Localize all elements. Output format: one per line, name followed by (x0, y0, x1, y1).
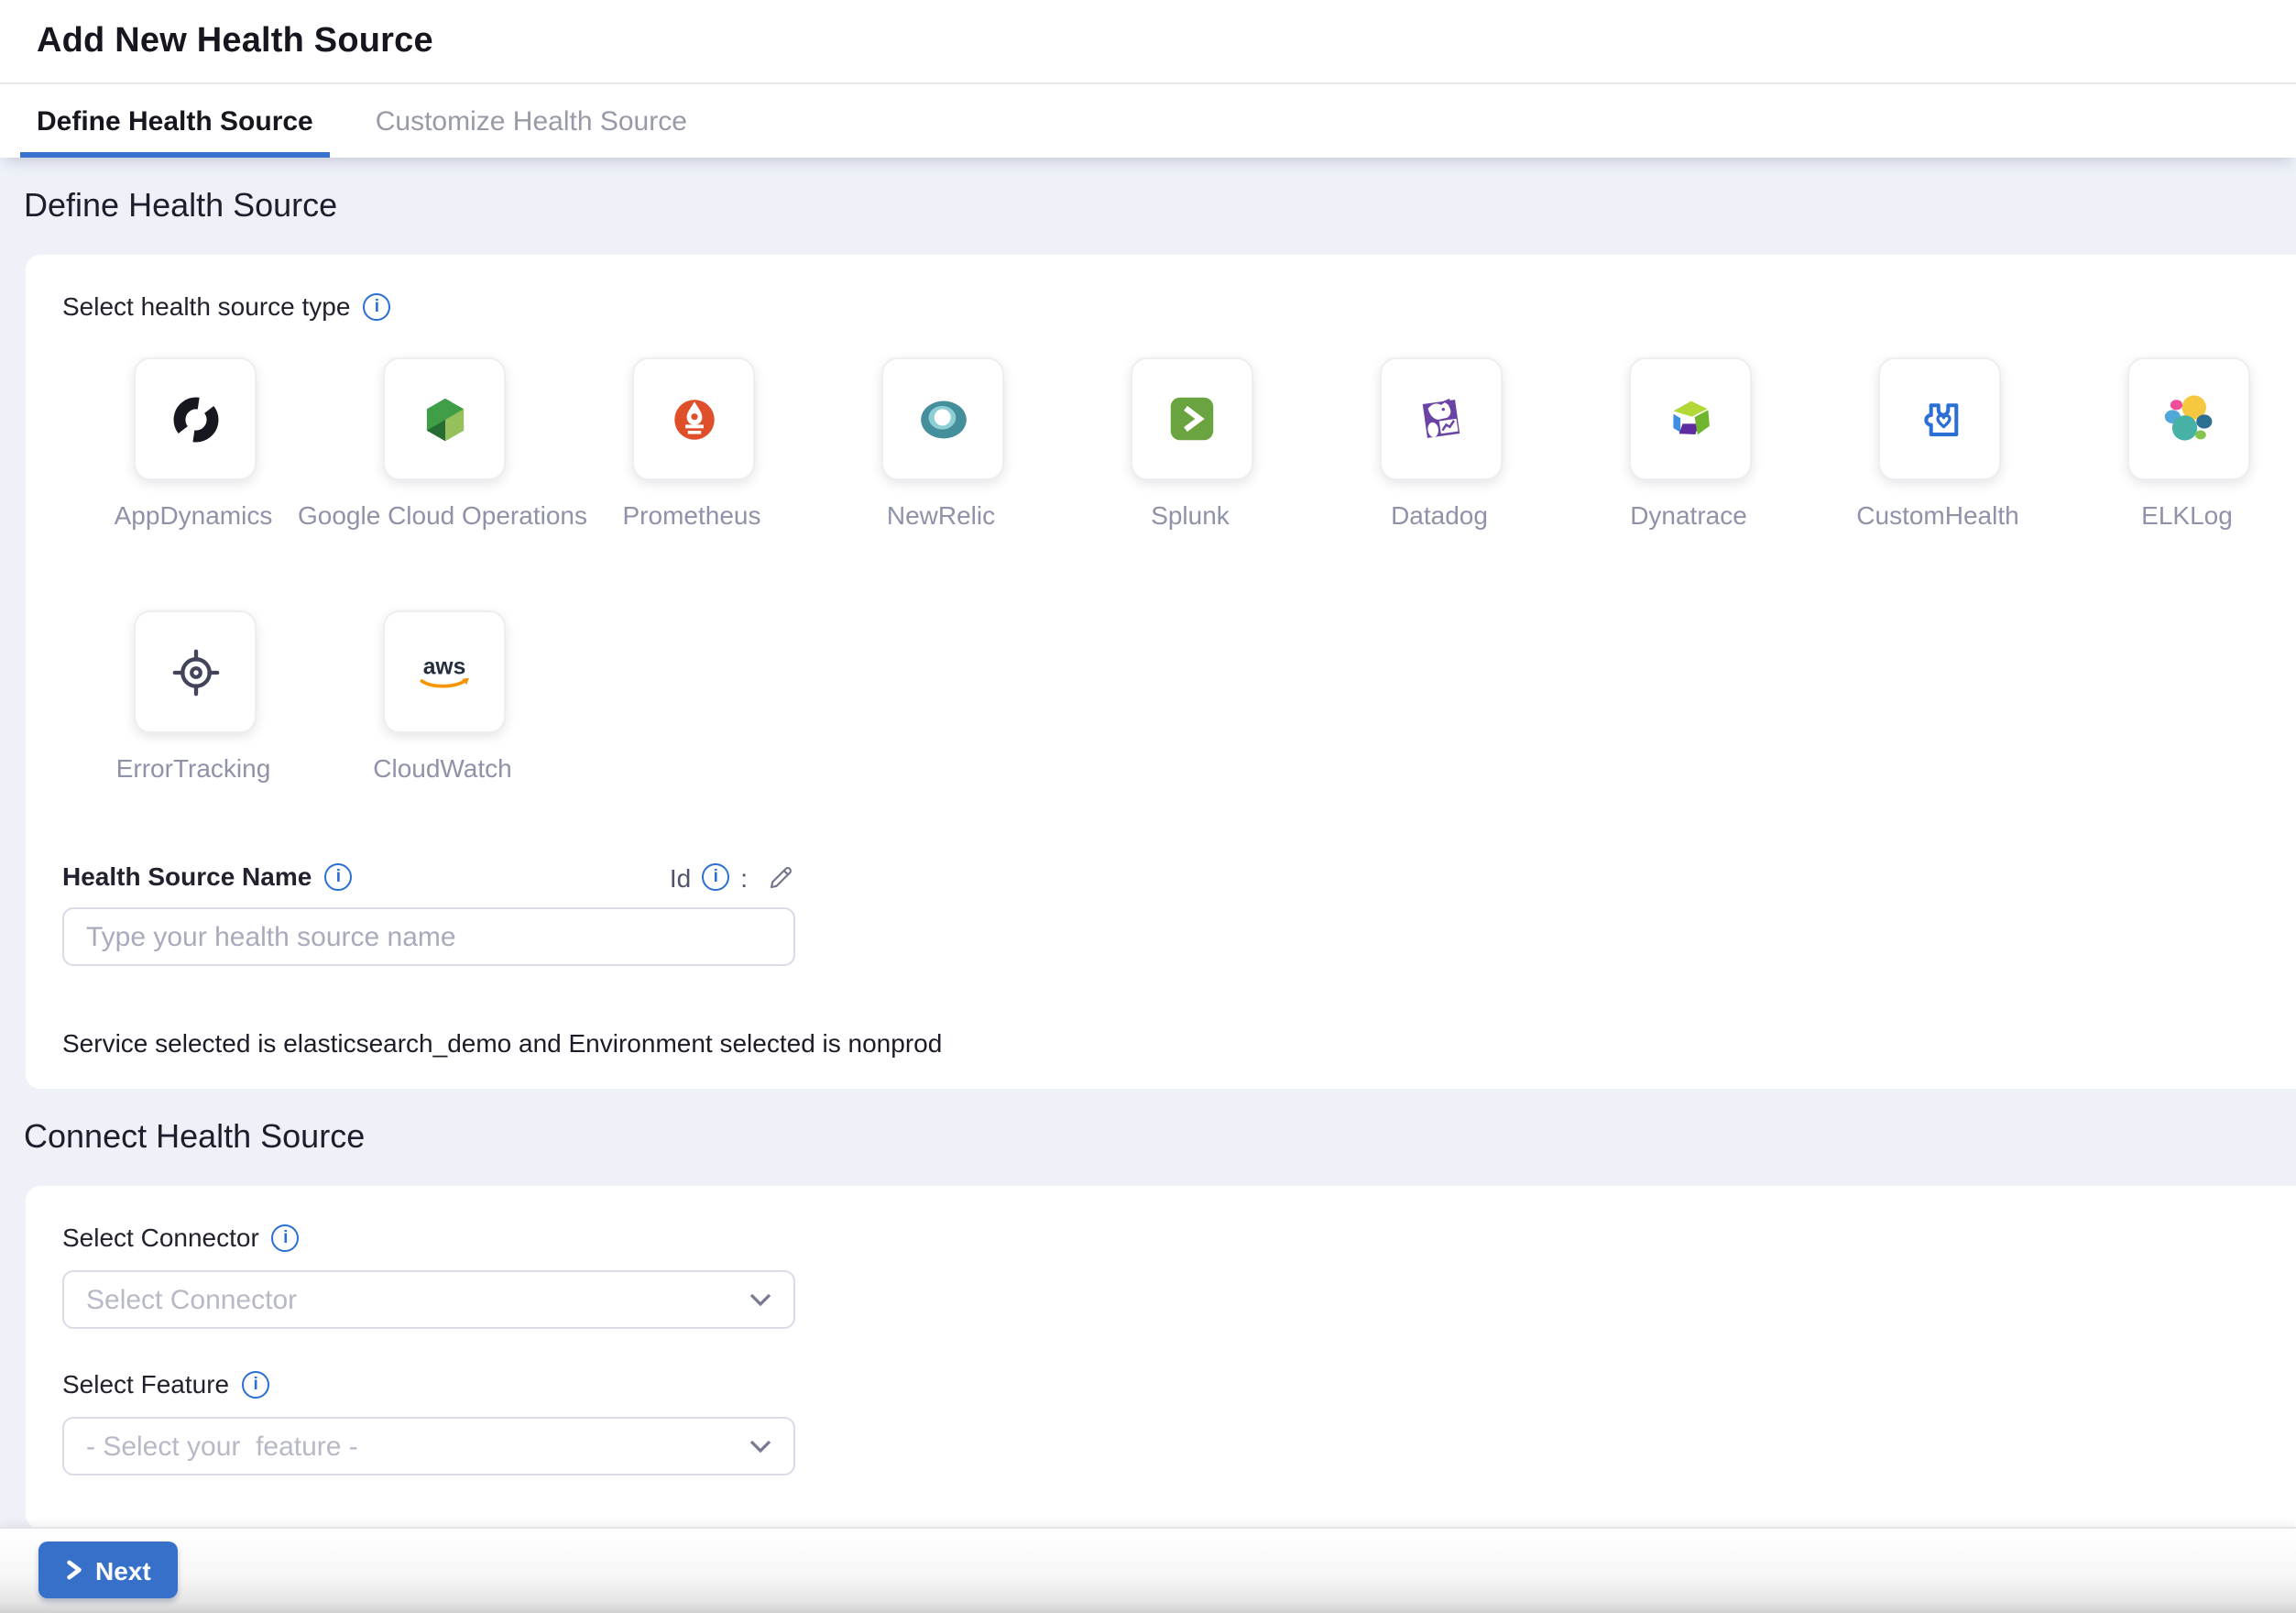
health-source-tile[interactable]: Datadog (1380, 357, 1499, 532)
health-source-tile[interactable]: Splunk (1131, 357, 1250, 532)
info-icon[interactable]: i (324, 863, 352, 891)
next-button[interactable]: Next (38, 1542, 179, 1598)
id-group: Id i : (670, 862, 795, 892)
edit-id-pencil-icon[interactable] (766, 862, 795, 892)
id-label: Id (670, 862, 691, 892)
health-source-tile-box (134, 357, 257, 480)
cloudwatch-icon: aws (410, 643, 478, 700)
feature-select[interactable]: - Select your feature - (62, 1417, 795, 1476)
health-source-tile[interactable]: NewRelic (881, 357, 1000, 532)
select-connector-label: Select Connector (62, 1223, 259, 1254)
tab-bar: Define Health Source Customize Health So… (0, 84, 2296, 158)
prometheus-icon (666, 391, 721, 446)
health-source-tile-label: ELKLog (1985, 500, 2296, 530)
tab-customize-health-source[interactable]: Customize Health Source (359, 84, 704, 158)
connect-section-heading: Connect Health Source (24, 1118, 2296, 1155)
tab-customize-label: Customize Health Source (376, 105, 687, 137)
health-source-tile[interactable]: ELKLog (2127, 357, 2247, 532)
page-header: Add New Health Source (0, 0, 2296, 84)
tab-define-label: Define Health Source (37, 105, 313, 137)
errortracking-icon (166, 642, 224, 701)
datadog-icon (1413, 390, 1470, 447)
chevron-down-icon (749, 1439, 771, 1454)
health-source-tile-box (1131, 357, 1253, 480)
health-source-tile[interactable]: Prometheus (632, 357, 751, 532)
health-source-tile[interactable]: AppDynamics (134, 357, 253, 532)
id-separator: : (740, 862, 748, 892)
newrelic-icon (913, 390, 972, 448)
tab-define-health-source[interactable]: Define Health Source (20, 84, 330, 158)
name-label-row: Health Source Name i Id i : (62, 861, 795, 893)
define-section-heading: Define Health Source (24, 187, 2296, 224)
splunk-icon (1164, 390, 1220, 447)
add-health-source-page: Add New Health Source Define Health Sour… (0, 0, 2296, 1613)
chevron-right-icon (66, 1560, 82, 1580)
chevron-down-icon (749, 1292, 771, 1307)
health-source-tile[interactable]: aws CloudWatch (383, 610, 502, 785)
health-source-tile-box: aws (383, 610, 506, 733)
elk-icon (2159, 389, 2219, 449)
health-source-tile-box (632, 357, 755, 480)
select-feature-label: Select Feature (62, 1369, 229, 1400)
connect-health-source-card: Select Connector i Select Connector Sele… (26, 1186, 2296, 1529)
health-source-name-input[interactable] (62, 907, 795, 966)
connector-label-row: Select Connector i (62, 1223, 2259, 1254)
health-source-tile-box (134, 610, 257, 733)
active-tab-underline (20, 152, 330, 158)
feature-select-placeholder: - Select your feature - (86, 1431, 358, 1462)
connector-select[interactable]: Select Connector (62, 1270, 795, 1329)
next-button-label: Next (95, 1555, 151, 1585)
health-source-tile[interactable]: ErrorTracking (134, 610, 253, 785)
customhealth-icon (1911, 390, 1968, 447)
health-source-name-label-wrap: Health Source Name i (62, 861, 352, 893)
health-source-tile-box (1380, 357, 1503, 480)
appdynamics-icon (168, 391, 223, 446)
health-source-type-grid: AppDynamics Google Cloud Operations Prom… (134, 357, 2259, 785)
page-title: Add New Health Source (37, 21, 433, 61)
health-source-tile[interactable]: Google Cloud Operations (383, 357, 502, 532)
info-icon[interactable]: i (242, 1371, 269, 1399)
feature-label-row: Select Feature i (62, 1369, 2259, 1400)
dynatrace-icon (1662, 390, 1719, 447)
info-icon[interactable]: i (702, 863, 729, 891)
health-source-tile-box (1629, 357, 1752, 480)
service-environment-note: Service selected is elasticsearch_demo a… (62, 1028, 2259, 1059)
screen: Add New Health Source Define Health Sour… (0, 0, 2296, 1613)
footer-bar: Next (0, 1527, 2296, 1613)
google-cloud-operations-icon (417, 391, 472, 446)
connector-select-placeholder: Select Connector (86, 1284, 297, 1315)
info-icon[interactable]: i (363, 293, 390, 321)
health-source-tile-box (1878, 357, 2001, 480)
health-source-tile-box (881, 357, 1004, 480)
svg-text:aws: aws (423, 654, 466, 679)
source-type-label-row: Select health source type i (62, 291, 2259, 323)
source-type-label: Select health source type (62, 291, 350, 323)
health-source-name-label: Health Source Name (62, 861, 312, 893)
health-source-tile-box (383, 357, 506, 480)
health-source-tile-box (2127, 357, 2250, 480)
health-source-tile[interactable]: CustomHealth (1878, 357, 1997, 532)
health-source-tile-label: CloudWatch (241, 753, 644, 783)
health-source-tile[interactable]: Dynatrace (1629, 357, 1748, 532)
info-icon[interactable]: i (272, 1224, 300, 1252)
define-health-source-card: Select health source type i AppDynamics … (26, 255, 2296, 1089)
main-content: Define Health Source Select health sourc… (0, 187, 2296, 1529)
